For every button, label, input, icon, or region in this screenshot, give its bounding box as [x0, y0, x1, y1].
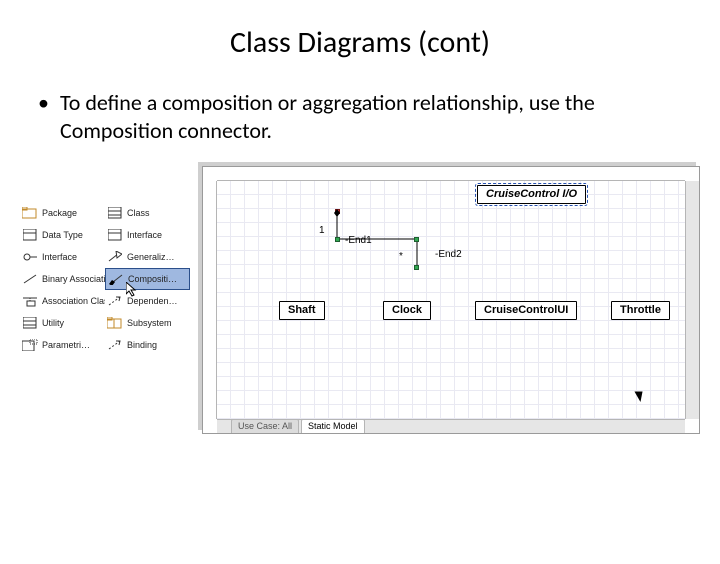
- binding-icon: [107, 338, 123, 352]
- palette-label: Interface: [42, 252, 77, 262]
- toolbox-palette: Package Class Data Type Interfac: [20, 202, 190, 356]
- palette-label: Binding: [127, 340, 157, 350]
- class-throttle[interactable]: Throttle: [611, 301, 670, 320]
- dependency-icon: [107, 294, 123, 308]
- package-icon: [22, 206, 38, 220]
- interface-lollipop-icon: [22, 250, 38, 264]
- palette-label: Package: [42, 208, 77, 218]
- scrollbar-horizontal[interactable]: Use Case: All Static Model: [217, 419, 685, 433]
- palette-item-interface[interactable]: Interface: [105, 224, 190, 246]
- connector-handle-end[interactable]: [414, 265, 419, 270]
- class-cruisecontrolui[interactable]: CruiseControlUI: [475, 301, 577, 320]
- slide-title: Class Diagrams (cont): [0, 24, 720, 61]
- interface-icon: [107, 228, 123, 242]
- palette-item-class[interactable]: Class: [105, 202, 190, 224]
- cursor-icon: [634, 388, 646, 402]
- connector-handle-mid2[interactable]: [414, 237, 419, 242]
- palette-item-package[interactable]: Package: [20, 202, 105, 224]
- multiplicity-star: *: [399, 251, 403, 262]
- palette-label: Association Class: [42, 297, 105, 306]
- utility-icon: [22, 316, 38, 330]
- role-end2: -End2: [435, 249, 462, 260]
- generalization-icon: [107, 250, 123, 264]
- cursor-icon: [126, 282, 138, 298]
- class-shaft[interactable]: Shaft: [279, 301, 325, 320]
- palette-item-interface-lollipop[interactable]: Interface: [20, 246, 105, 268]
- palette-label: Class: [127, 208, 150, 218]
- palette-item-dependency[interactable]: Dependen…: [105, 290, 190, 312]
- palette-item-binary-association[interactable]: Binary Association: [20, 268, 105, 290]
- palette-label: Data Type: [42, 230, 83, 240]
- palette-label: Binary Association: [42, 275, 105, 284]
- sheet-tabs: Use Case: All Static Model: [231, 419, 365, 433]
- figure-row: Package Class Data Type Interfac: [0, 166, 720, 434]
- drawing-surface[interactable]: CruiseControl I/O 1 -End1 * -End2 Shaft …: [217, 181, 685, 419]
- palette-item-binding[interactable]: Binding: [105, 334, 190, 356]
- diagram-title-box[interactable]: CruiseControl I/O: [477, 185, 586, 204]
- palette-label: Parametri…: [42, 340, 90, 350]
- palette-label: Generaliz…: [127, 252, 175, 262]
- slide-bullet: To define a composition or aggregation r…: [60, 89, 680, 144]
- tab-static-model[interactable]: Static Model: [301, 419, 365, 433]
- scrollbar-vertical[interactable]: [685, 181, 699, 419]
- multiplicity-one: 1: [319, 225, 325, 236]
- composition-connector[interactable]: [317, 209, 427, 271]
- class-clock[interactable]: Clock: [383, 301, 431, 320]
- palette-item-composition[interactable]: Compositi…: [105, 268, 190, 290]
- composition-icon: [108, 272, 124, 286]
- tab-usecase[interactable]: Use Case: All: [231, 419, 299, 433]
- palette-label: Subsystem: [127, 318, 172, 328]
- subsystem-icon: [107, 316, 123, 330]
- palette-item-generalization[interactable]: Generaliz…: [105, 246, 190, 268]
- palette-item-utility[interactable]: Utility: [20, 312, 105, 334]
- palette-item-parametric-class[interactable]: Parametri…: [20, 334, 105, 356]
- palette-item-subsystem[interactable]: Subsystem: [105, 312, 190, 334]
- diagram-canvas[interactable]: Use Case: All Static Model CruiseControl…: [202, 166, 700, 434]
- association-icon: [22, 272, 38, 286]
- palette-item-datatype[interactable]: Data Type: [20, 224, 105, 246]
- palette-label: Utility: [42, 318, 64, 328]
- association-class-icon: [22, 294, 38, 308]
- class-icon: [107, 206, 123, 220]
- parametric-class-icon: [22, 338, 38, 352]
- connector-handle-mid1[interactable]: [335, 237, 340, 242]
- datatype-icon: [22, 228, 38, 242]
- palette-label: Interface: [127, 230, 162, 240]
- palette-item-association-class[interactable]: Association Class: [20, 290, 105, 312]
- role-end1: -End1: [345, 235, 372, 246]
